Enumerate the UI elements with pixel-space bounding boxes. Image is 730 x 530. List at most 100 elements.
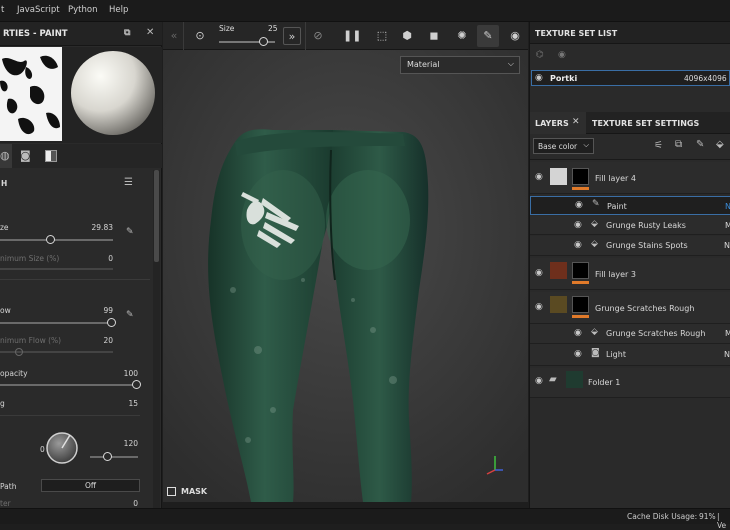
- opacity-slider[interactable]: [0, 380, 141, 389]
- symmetry-icon[interactable]: ⊙: [191, 27, 209, 45]
- opacity-slider-knob[interactable]: [131, 380, 141, 389]
- eye-icon[interactable]: ◉: [574, 349, 582, 359]
- add-mask-icon[interactable]: ⧉: [675, 139, 682, 150]
- spacing-value[interactable]: 15: [110, 399, 138, 408]
- channel-dropdown[interactable]: Base color ⌵: [533, 138, 594, 154]
- flow-slider-knob[interactable]: [107, 318, 117, 327]
- chevron-down-icon: ⌵: [583, 140, 589, 149]
- eye-icon[interactable]: ◉: [535, 268, 543, 278]
- effect-row-grunge-rusty-leaks[interactable]: ◉ ⬙ Grunge Rusty Leaks M: [530, 216, 730, 235]
- mask-checkbox[interactable]: [167, 487, 176, 496]
- size-value[interactable]: 29.83: [80, 223, 113, 232]
- size-label: ze: [0, 223, 9, 232]
- stencil-icon[interactable]: ◙: [20, 149, 31, 162]
- add-effect-icon[interactable]: ⚟: [654, 140, 663, 151]
- menu-item-edit[interactable]: t: [1, 5, 4, 15]
- eye-icon[interactable]: ◉: [574, 328, 582, 338]
- min-flow-value[interactable]: 20: [90, 336, 113, 345]
- camera-view-icon[interactable]: ◼: [425, 27, 443, 45]
- toolbar-size-slider[interactable]: [219, 37, 275, 46]
- layer-row-folder-1[interactable]: ◉ ▰ Folder 1: [530, 368, 730, 398]
- min-size-slider[interactable]: [0, 268, 113, 270]
- add-paint-layer-icon[interactable]: ✎: [696, 139, 704, 150]
- texture-set-row[interactable]: ◉ Portki 4096x4096: [531, 70, 730, 86]
- toolbar-size-knob[interactable]: [259, 37, 269, 46]
- angle-slider-knob[interactable]: [103, 452, 112, 461]
- tab-layers[interactable]: LAYERS ✕: [530, 112, 586, 134]
- cube-icon[interactable]: ⬢: [398, 27, 416, 45]
- filter-icon: ◙: [591, 348, 600, 358]
- brush-icon: ✎: [592, 199, 600, 209]
- opacity-value[interactable]: 100: [110, 369, 138, 378]
- min-flow-slider-knob[interactable]: [15, 348, 23, 356]
- spacing-label: g: [0, 399, 5, 408]
- size-slider[interactable]: [0, 235, 113, 244]
- menu-item-python[interactable]: Python: [68, 5, 97, 15]
- layer-row-fill-3[interactable]: ◉ Fill layer 3: [530, 258, 730, 290]
- eye-icon[interactable]: ◉: [558, 50, 566, 60]
- gradient-icon[interactable]: [45, 150, 57, 162]
- menu-icon[interactable]: ☰: [124, 177, 133, 188]
- eye-icon[interactable]: ◉: [535, 302, 543, 312]
- material-mode-dropdown[interactable]: Material ⌵: [400, 56, 520, 74]
- layer-row-grunge-scratches-rough[interactable]: ◉ Grunge Scratches Rough: [530, 292, 730, 324]
- add-fill-layer-icon[interactable]: ⬙: [716, 139, 724, 150]
- effect-row-paint[interactable]: ◉ ✎ Paint N: [530, 196, 730, 215]
- menu-item-javascript[interactable]: JavaScript: [17, 5, 60, 15]
- tab-texture-set-settings[interactable]: TEXTURE SET SETTINGS: [592, 119, 699, 128]
- eye-icon[interactable]: ◉: [574, 240, 582, 250]
- collapse-left-icon[interactable]: «: [165, 27, 183, 45]
- angle-value[interactable]: 120: [112, 439, 138, 448]
- material-mode-value: Material: [407, 60, 440, 69]
- angle-dial[interactable]: [44, 430, 80, 466]
- close-icon[interactable]: ✕: [146, 27, 154, 38]
- eye-icon[interactable]: ◉: [535, 172, 543, 182]
- layers-tab-bar: LAYERS ✕ TEXTURE SET SETTINGS: [530, 112, 730, 134]
- pattern-icon[interactable]: ◍: [0, 149, 10, 162]
- effect-row-light[interactable]: ◉ ◙ Light N: [530, 344, 730, 366]
- viewport-render[interactable]: [163, 50, 528, 502]
- folder-icon: ▰: [549, 374, 557, 385]
- eye-icon[interactable]: ◉: [535, 376, 543, 386]
- menu-item-help[interactable]: Help: [109, 5, 128, 15]
- angle-slider[interactable]: [90, 452, 138, 461]
- texture-set-list-title: TEXTURE SET LIST: [535, 29, 618, 38]
- min-size-value[interactable]: 0: [90, 254, 113, 263]
- fill-bucket-icon: ⬙: [591, 239, 598, 249]
- folder-color-thumb: [566, 371, 583, 388]
- menu-bar: t JavaScript Python Help: [0, 0, 730, 22]
- flow-slider[interactable]: [0, 318, 117, 327]
- size-label: Size: [219, 24, 235, 33]
- screenshot-camera-icon[interactable]: ◉: [506, 27, 524, 45]
- eye-icon[interactable]: ◉: [574, 220, 582, 230]
- pause-icon[interactable]: ❚❚: [343, 27, 361, 45]
- layer-row-fill-4[interactable]: ◉ Fill layer 4: [530, 162, 730, 194]
- effect-row-grunge-scratches-rough[interactable]: ◉ ⬙ Grunge Scratches Rough M: [530, 324, 730, 344]
- detach-icon[interactable]: ⧉: [124, 28, 130, 38]
- size-value[interactable]: 25: [268, 24, 278, 33]
- screen-view-icon[interactable]: ⬚: [373, 27, 391, 45]
- lighting-icon[interactable]: ✺: [453, 27, 471, 45]
- follow-path-dropdown[interactable]: Off: [41, 479, 140, 492]
- min-flow-slider[interactable]: [0, 348, 113, 356]
- flow-value[interactable]: 99: [90, 306, 113, 315]
- 3d-viewport[interactable]: Material ⌵ MASK: [163, 50, 528, 502]
- eye-icon[interactable]: ◉: [575, 200, 583, 210]
- link-icon[interactable]: ⌬: [536, 50, 544, 60]
- pen-pressure-icon[interactable]: ✎: [126, 227, 134, 237]
- pen-pressure-icon[interactable]: ✎: [126, 310, 134, 320]
- effect-row-grunge-stains-spots[interactable]: ◉ ⬙ Grunge Stains Spots N: [530, 236, 730, 256]
- properties-header: RTIES - PAINT ⧉ ✕: [0, 22, 162, 46]
- brush-icon[interactable]: ✎: [479, 27, 497, 45]
- hide-icon[interactable]: ⊘: [309, 27, 327, 45]
- mask-thumb: [572, 262, 589, 279]
- expand-right-icon[interactable]: »: [283, 27, 301, 45]
- size-slider-knob[interactable]: [46, 235, 56, 244]
- scrollbar-thumb[interactable]: [154, 170, 159, 262]
- properties-scrollbar[interactable]: [153, 170, 160, 520]
- jitter-value[interactable]: 0: [120, 499, 138, 508]
- texture-set-name: Portki: [550, 74, 578, 83]
- close-icon[interactable]: ✕: [572, 117, 580, 127]
- eye-icon[interactable]: ◉: [535, 73, 543, 83]
- mask-label: MASK: [181, 487, 208, 496]
